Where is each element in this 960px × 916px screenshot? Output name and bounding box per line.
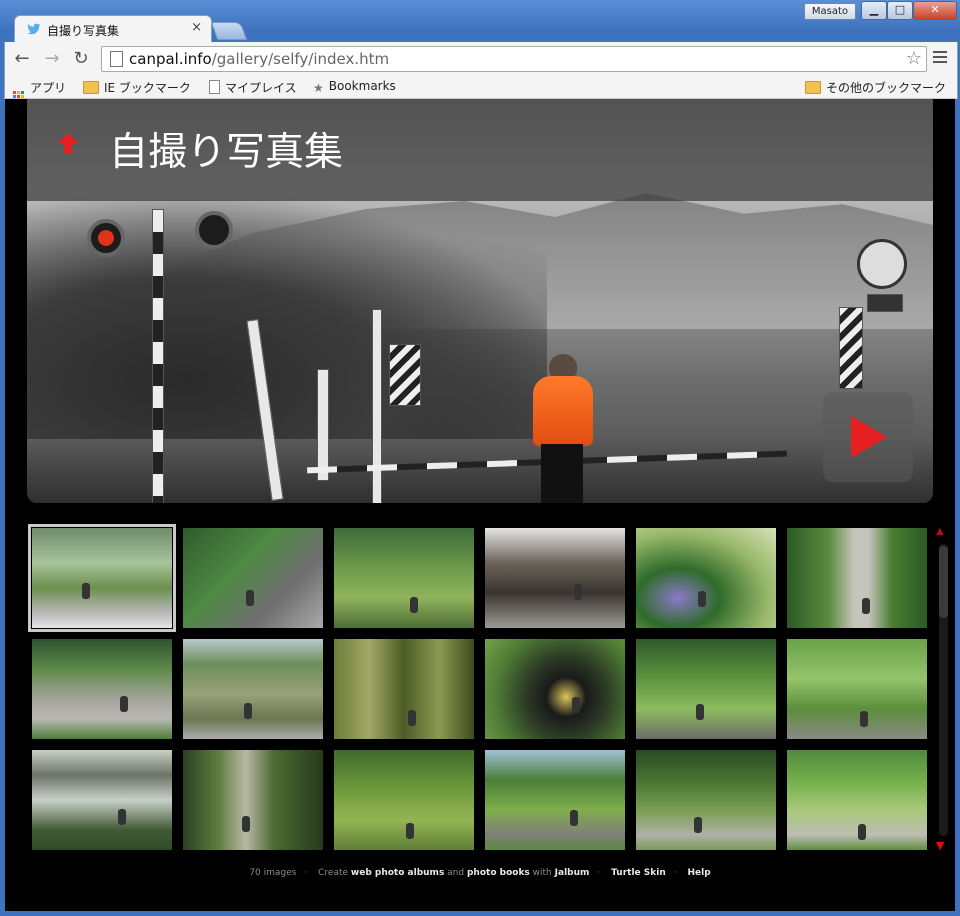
thumbnail[interactable] [636,528,776,628]
thumbnail[interactable] [334,528,474,628]
cyclist-figure [698,591,706,607]
folder-icon [805,81,821,94]
thumbnail[interactable] [32,750,172,850]
scroll-up-icon[interactable]: ▲ [936,526,944,537]
forward-button[interactable]: → [41,48,63,70]
thumbnail[interactable] [787,528,927,628]
thumbnail[interactable] [183,639,323,739]
no-trucks-sign [857,239,907,289]
direction-sign [389,344,421,406]
bookmark-bookmarks[interactable]: ★ Bookmarks [313,79,396,95]
help-link[interactable]: Help [687,868,710,878]
tab-gallery[interactable]: 自撮り写真集 × [14,15,212,44]
thumbnail[interactable] [485,750,625,850]
new-tab-button[interactable] [210,22,248,40]
star-icon: ★ [313,81,324,95]
play-icon [851,416,887,458]
page-icon [209,80,220,94]
cyclist-figure [82,583,90,599]
thumbnail[interactable] [183,750,323,850]
cyclist-figure [572,697,580,713]
address-bar[interactable]: canpal.info/gallery/selfy/index.htm ☆ [101,46,927,72]
browser-window: Masato ▁ □ ✕ 自撮り写真集 × ← → ↻ canpal.info/… [0,0,960,916]
cyclist [527,354,597,503]
thumbnail[interactable] [334,750,474,850]
thumbnail[interactable] [485,528,625,628]
twitter-bird-icon [27,23,41,35]
direction-sign [839,307,863,389]
thumbnail[interactable] [334,639,474,739]
signal-lamp-red [87,219,125,257]
signal-lamp [195,211,233,249]
bookmarks-bar: アプリ IE ブックマーク マイプレイス ★ Bookmarks その他のブックマ… [4,76,958,103]
jalbum-link[interactable]: Jalbum [555,868,590,878]
tab-close-icon[interactable]: × [191,20,202,35]
cyclist-figure [860,711,868,727]
thumbnail[interactable] [636,639,776,739]
scrollbar-thumb[interactable] [939,546,948,618]
toolbar: ← → ↻ canpal.info/gallery/selfy/index.ht… [4,42,958,76]
scroll-down-icon[interactable]: ▼ [936,839,944,852]
close-window-button[interactable]: ✕ [913,1,957,20]
url-text: canpal.info/gallery/selfy/index.htm [129,50,390,68]
web-albums-link[interactable]: web photo albums [351,868,444,878]
cyclist-figure [408,710,416,726]
cyclist-figure [120,696,128,712]
thumbnail[interactable] [32,639,172,739]
profile-button[interactable]: Masato [804,3,856,20]
maximize-button[interactable]: □ [887,1,913,20]
scrollbar[interactable] [939,544,948,836]
bookmark-other[interactable]: その他のブックマーク [805,79,946,96]
folder-icon [83,81,99,94]
road-sign [867,294,903,312]
cyclist-figure [242,816,250,832]
cyclist-figure [696,704,704,720]
menu-icon[interactable] [933,49,947,63]
thumbnail[interactable] [485,639,625,739]
gallery-title: 自撮り写真集 [109,130,344,175]
cyclist-figure [406,823,414,839]
next-button[interactable] [823,392,913,482]
footer: 70 images · Create web photo albums and p… [249,868,711,878]
cyclist-figure [858,824,866,840]
cyclist-figure [574,584,582,600]
cyclist-figure [244,703,252,719]
image-count: 70 images [249,868,297,878]
skin-link[interactable]: Turtle Skin [611,868,666,878]
reload-button[interactable]: ↻ [70,48,92,70]
back-button[interactable]: ← [11,48,33,70]
photo-books-link[interactable]: photo books [467,868,530,878]
thumbnail[interactable] [787,639,927,739]
cyclist-figure [246,590,254,606]
thumbnail[interactable] [183,528,323,628]
hero-image: 自撮り写真集 [27,99,933,503]
cyclist-figure [118,809,126,825]
cyclist-figure [410,597,418,613]
cyclist-figure [570,810,578,826]
page-content: 自撮り写真集 ▲ ▼ 70 images · Create web photo a… [5,99,955,911]
crossing-pole [152,209,164,503]
page-icon [110,51,123,67]
sign-pole [372,309,382,503]
thumbnail-grid [28,524,932,854]
title-band: 自撮り写真集 [27,99,933,201]
tab-title: 自撮り写真集 [47,24,120,38]
cyclist-figure [862,598,870,614]
bookmark-ie[interactable]: IE ブックマーク [83,79,191,96]
thumbnail[interactable] [787,750,927,850]
thumbnail[interactable] [28,524,176,632]
thumbnail[interactable] [636,750,776,850]
bookmark-star-icon[interactable]: ☆ [906,48,922,69]
minimize-button[interactable]: ▁ [861,1,887,20]
bookmark-myplace[interactable]: マイプレイス [209,79,297,96]
cyclist-figure [694,817,702,833]
up-arrow-icon[interactable] [57,132,79,154]
marker-post [317,369,329,481]
